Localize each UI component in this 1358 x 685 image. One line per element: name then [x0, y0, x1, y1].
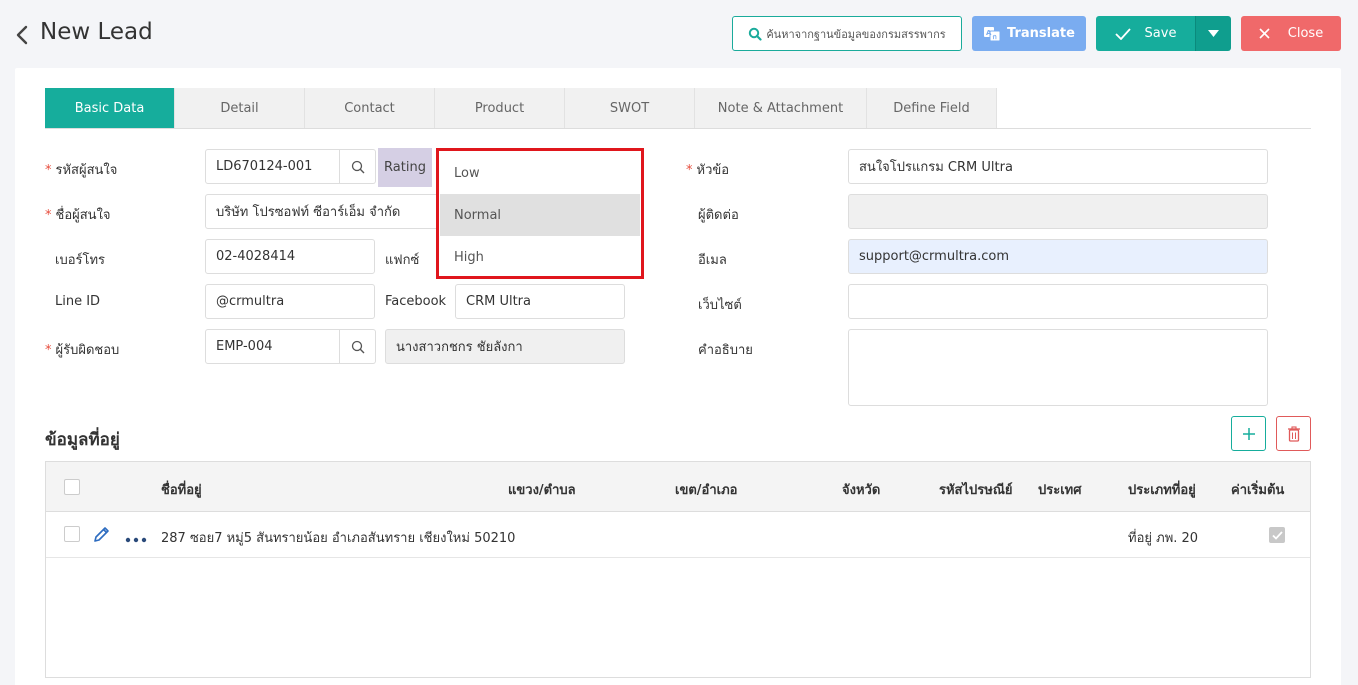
col-country: ประเทศ [1038, 483, 1082, 498]
close-label: Close [1287, 26, 1324, 41]
translate-button[interactable]: Aก Translate [972, 16, 1086, 51]
col-address-name: ชื่อที่อยู่ [161, 483, 202, 498]
lead-name-input[interactable]: บริษัท โปรซอฟท์ ซีอาร์เอ็ม จำกัด [205, 194, 441, 229]
tab-basic-data[interactable]: Basic Data [45, 88, 175, 128]
lead-code-lookup-button[interactable] [340, 149, 376, 184]
owner-label: * ผู้รับผิดชอบ [45, 343, 120, 358]
rating-option-normal[interactable]: Normal [440, 194, 640, 236]
translate-icon: Aก [984, 26, 1001, 41]
contact-field [848, 194, 1268, 229]
tab-define-field[interactable]: Define Field [867, 88, 997, 128]
description-label: คำอธิบาย [698, 343, 753, 358]
rating-dropdown-menu: Low Normal High [436, 148, 644, 279]
lead-form-card: Basic Data Detail Contact Product SWOT N… [15, 68, 1341, 685]
translate-label: Translate [1007, 26, 1075, 41]
rating-option-high[interactable]: High [440, 236, 640, 278]
add-address-button[interactable] [1231, 416, 1266, 451]
tab-bar: Basic Data Detail Contact Product SWOT N… [45, 88, 1311, 129]
owner-code-input[interactable]: EMP-004 [205, 329, 340, 364]
line-id-label: Line ID [55, 294, 101, 309]
address-table-header: ชื่อที่อยู่ แขวง/ตำบล เขต/อำเภอ จังหวัด … [46, 462, 1310, 512]
rating-label: Rating [378, 148, 432, 187]
close-button[interactable]: Close [1241, 16, 1341, 51]
save-options-dropdown[interactable] [1195, 16, 1231, 51]
phone-input[interactable]: 02-4028414 [205, 239, 375, 274]
col-district: เขต/อำเภอ [675, 483, 738, 498]
description-textarea[interactable] [848, 329, 1268, 406]
check-icon [1114, 27, 1131, 40]
search-revenue-db-label: ค้นหาจากฐานข้อมูลของกรมสรรพากร [766, 27, 946, 41]
website-label: เว็บไซต์ [698, 298, 742, 313]
search-icon [749, 27, 762, 41]
facebook-label: Facebook [385, 294, 447, 309]
select-all-checkbox[interactable] [64, 479, 80, 495]
address-table: ชื่อที่อยู่ แขวง/ตำบล เขต/อำเภอ จังหวัด … [45, 461, 1311, 678]
address-section-title: ข้อมูลที่อยู่ [45, 430, 120, 450]
more-options-icon[interactable] [125, 532, 147, 547]
check-icon [1271, 530, 1283, 540]
col-subdistrict: แขวง/ตำบล [508, 483, 576, 498]
close-icon [1259, 28, 1270, 39]
phone-label: เบอร์โทร [55, 253, 106, 268]
save-label: Save [1144, 26, 1177, 41]
row-checkbox[interactable] [64, 526, 80, 542]
email-input[interactable]: support@crmultra.com [848, 239, 1268, 274]
owner-lookup-button[interactable] [340, 329, 376, 364]
subject-label: * หัวข้อ [686, 163, 730, 178]
page-title: New Lead [40, 19, 153, 45]
search-revenue-db-button[interactable]: ค้นหาจากฐานข้อมูลของกรมสรรพากร [732, 16, 962, 51]
plus-icon [1242, 427, 1255, 440]
address-type-cell: ที่อยู่ ภพ. 20 [1128, 531, 1199, 546]
back-arrow-icon[interactable] [14, 22, 32, 48]
col-province: จังหวัด [842, 483, 881, 498]
website-input[interactable] [848, 284, 1268, 319]
trash-icon [1287, 425, 1300, 442]
table-row: 287 ซอย7 หมู่5 สันทรายน้อย อำเภอสันทราย … [46, 512, 1310, 558]
search-icon [351, 340, 364, 353]
svg-text:A: A [986, 29, 992, 37]
caret-down-icon [1208, 30, 1219, 37]
subject-input[interactable]: สนใจโปรแกรม CRM Ultra [848, 149, 1268, 184]
contact-label: ผู้ติดต่อ [698, 208, 739, 223]
delete-address-button[interactable] [1276, 416, 1311, 451]
col-postcode: รหัสไปรษณีย์ [939, 483, 1013, 498]
col-default: ค่าเริ่มต้น [1231, 483, 1285, 498]
tab-note-attachment[interactable]: Note & Attachment [695, 88, 867, 128]
rating-option-low[interactable]: Low [440, 152, 640, 194]
fax-label: แฟกซ์ [385, 253, 420, 268]
lead-name-label: * ชื่อผู้สนใจ [45, 208, 111, 223]
tab-product[interactable]: Product [435, 88, 565, 128]
owner-name-field: นางสาวกชกร ชัยลังกา [385, 329, 625, 364]
facebook-input[interactable]: CRM Ultra [455, 284, 625, 319]
page-header: New Lead ค้นหาจากฐานข้อมูลของกรมสรรพากร … [0, 0, 1358, 68]
tab-detail[interactable]: Detail [175, 88, 305, 128]
save-button[interactable]: Save [1096, 16, 1195, 51]
default-checkbox[interactable] [1269, 527, 1285, 543]
tab-contact[interactable]: Contact [305, 88, 435, 128]
svg-text:ก: ก [993, 33, 997, 41]
email-label: อีเมล [698, 253, 727, 268]
lead-code-label: * รหัสผู้สนใจ [45, 163, 118, 178]
search-icon [351, 160, 364, 173]
address-name-cell: 287 ซอย7 หมู่5 สันทรายน้อย อำเภอสันทราย … [161, 531, 516, 546]
tab-swot[interactable]: SWOT [565, 88, 695, 128]
col-address-type: ประเภทที่อยู่ [1128, 483, 1196, 498]
lead-code-input[interactable]: LD670124-001 [205, 149, 340, 184]
edit-pencil-icon[interactable] [93, 526, 110, 547]
line-id-input[interactable]: @crmultra [205, 284, 375, 319]
